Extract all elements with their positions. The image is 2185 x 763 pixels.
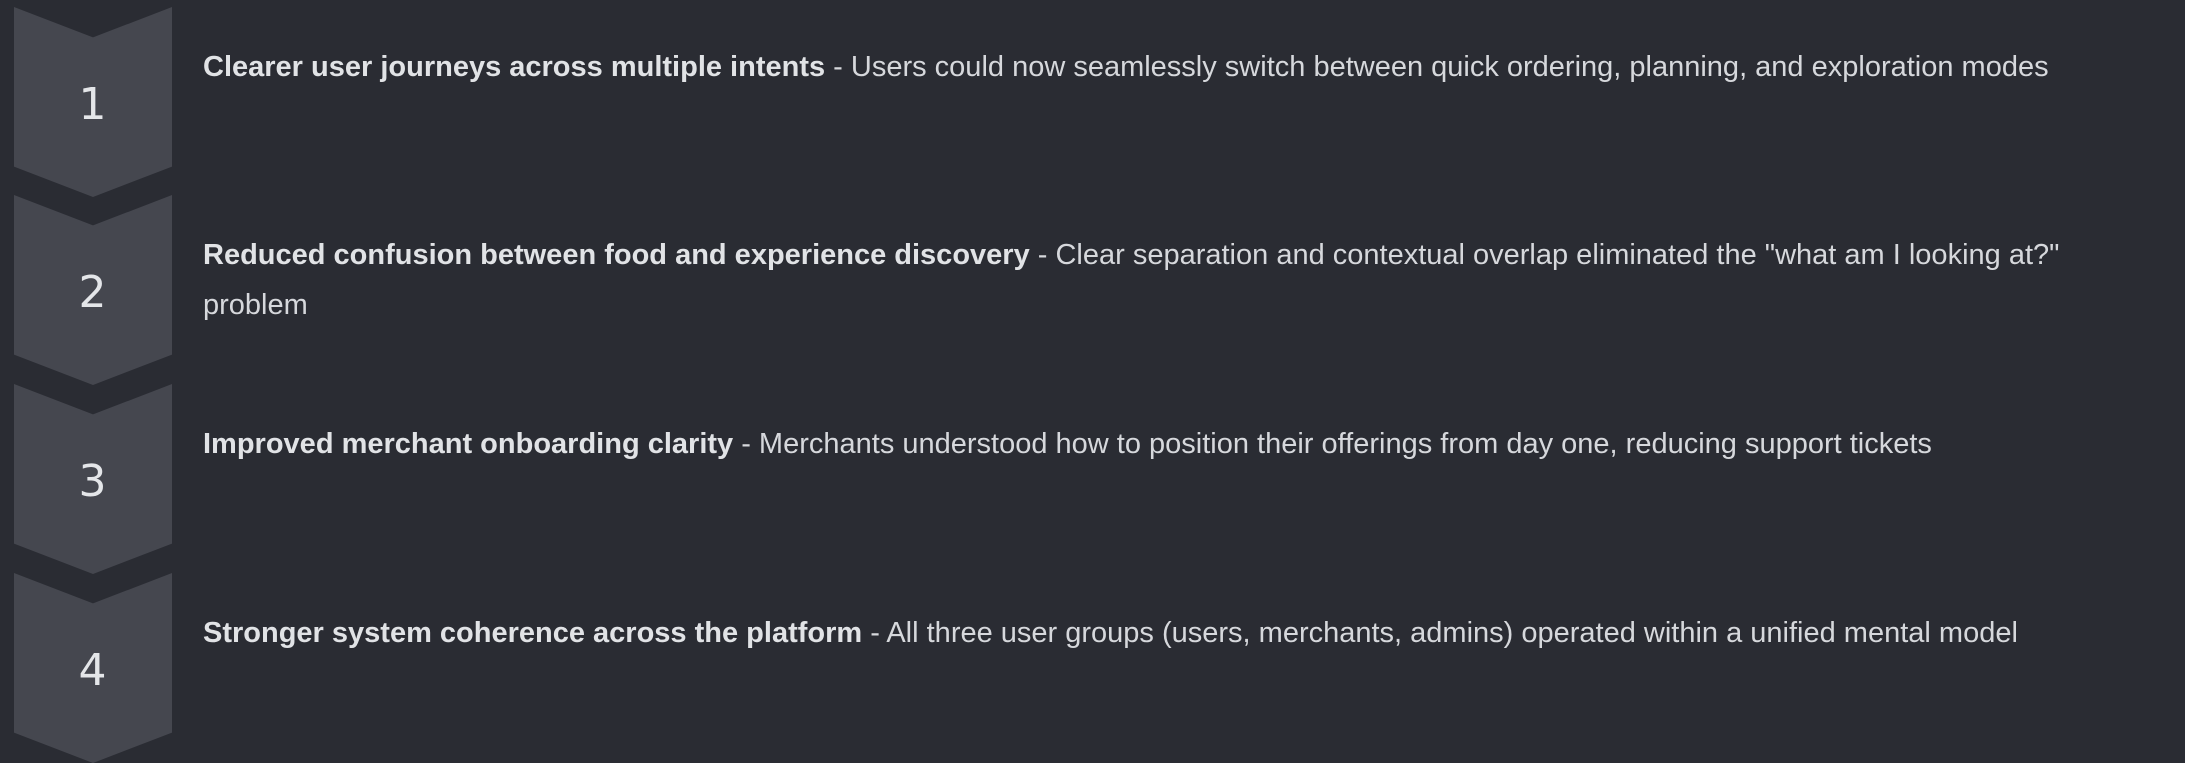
outcome-step-list: 1 Clearer user journeys across multiple … xyxy=(0,0,2185,763)
outcome-step-1: 1 Clearer user journeys across multiple … xyxy=(0,7,2185,197)
step-text: Reduced confusion between food and exper… xyxy=(203,230,2163,330)
step-description: - All three user groups (users, merchant… xyxy=(862,617,2018,649)
step-text: Clearer user journeys across multiple in… xyxy=(203,42,2163,92)
step-number: 1 xyxy=(78,78,108,130)
step-number: 3 xyxy=(78,455,108,507)
outcome-step-3: 3 Improved merchant onboarding clarity -… xyxy=(0,384,2185,574)
outcome-step-2: 2 Reduced confusion between food and exp… xyxy=(0,195,2185,385)
outcome-step-4: 4 Stronger system coherence across the p… xyxy=(0,573,2185,763)
step-text: Improved merchant onboarding clarity - M… xyxy=(203,419,2163,469)
step-title: Reduced confusion between food and exper… xyxy=(203,239,1030,271)
step-description: - Users could now seamlessly switch betw… xyxy=(825,51,2049,83)
step-number: 2 xyxy=(78,266,108,318)
step-title: Improved merchant onboarding clarity xyxy=(203,428,734,460)
step-number: 4 xyxy=(78,644,108,696)
step-title: Clearer user journeys across multiple in… xyxy=(203,51,826,83)
step-text: Stronger system coherence across the pla… xyxy=(203,608,2163,658)
step-title: Stronger system coherence across the pla… xyxy=(203,617,863,649)
step-description: - Merchants understood how to position t… xyxy=(733,428,1932,460)
